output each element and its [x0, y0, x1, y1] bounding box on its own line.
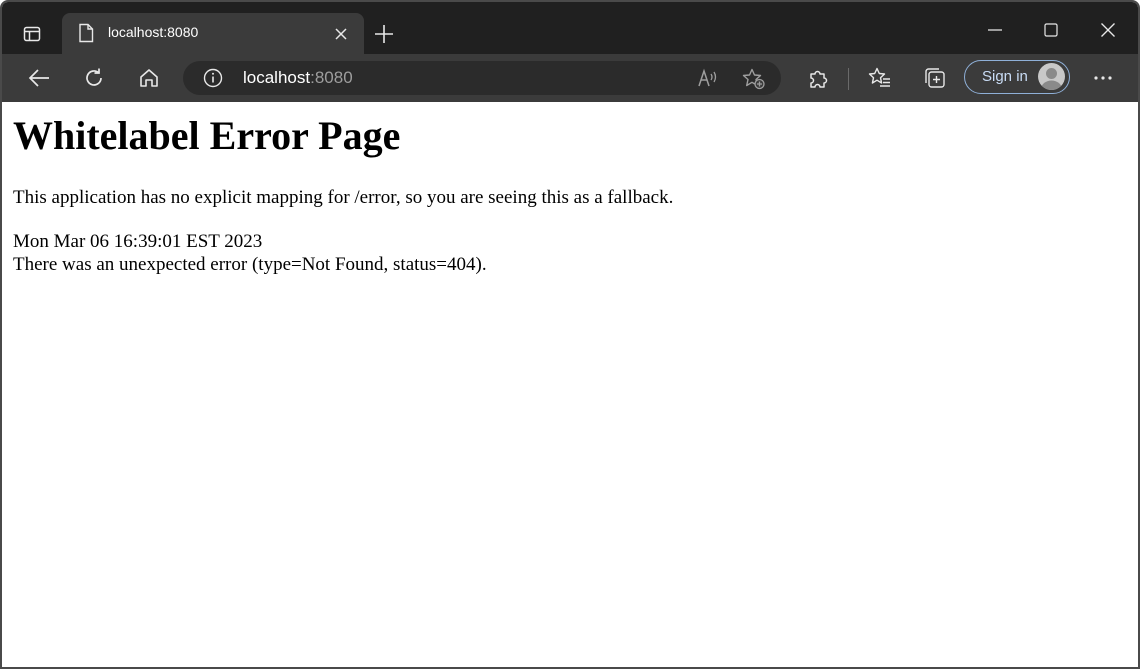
- toolbar: localhost:8080 Sign in: [2, 54, 1138, 102]
- browser-window: localhost:8080 localhost:8080 Sign in Wh…: [0, 0, 1140, 669]
- close-window-icon[interactable]: [1096, 18, 1120, 42]
- tab-title: localhost:8080: [108, 24, 199, 40]
- maximize-icon[interactable]: [1039, 18, 1063, 42]
- error-message: This application has no explicit mapping…: [13, 187, 674, 208]
- page-title: Whitelabel Error Page: [13, 113, 401, 158]
- add-favorite-icon[interactable]: [742, 68, 766, 90]
- sign-in-button[interactable]: Sign in: [964, 60, 1070, 94]
- info-icon[interactable]: [203, 68, 223, 88]
- tab-strip: localhost:8080: [2, 2, 1138, 54]
- read-aloud-icon[interactable]: [697, 68, 719, 88]
- address-port: :8080: [310, 68, 353, 87]
- more-icon[interactable]: [1088, 64, 1118, 92]
- tab-active[interactable]: localhost:8080: [62, 13, 364, 54]
- error-status: There was an unexpected error (type=Not …: [13, 254, 487, 275]
- toolbar-divider: [848, 68, 849, 90]
- minimize-icon[interactable]: [983, 18, 1007, 42]
- tab-close-icon[interactable]: [334, 27, 348, 41]
- favorites-icon[interactable]: [865, 64, 895, 92]
- new-tab-plus-icon[interactable]: [374, 24, 394, 44]
- address-bar[interactable]: localhost:8080: [183, 61, 781, 95]
- error-details: Mon Mar 06 16:39:01 EST 2023 There was a…: [13, 230, 487, 276]
- error-timestamp: Mon Mar 06 16:39:01 EST 2023: [13, 231, 263, 252]
- back-arrow-icon[interactable]: [24, 64, 54, 92]
- page-content: Whitelabel Error Page This application h…: [2, 102, 1138, 667]
- avatar-icon: [1038, 63, 1065, 90]
- home-icon[interactable]: [134, 64, 164, 92]
- sign-in-label: Sign in: [982, 68, 1028, 85]
- refresh-icon[interactable]: [79, 64, 109, 92]
- address-text[interactable]: localhost:8080: [243, 68, 353, 88]
- tab-actions-icon[interactable]: [12, 19, 52, 49]
- collections-icon[interactable]: [920, 64, 950, 92]
- address-host: localhost: [243, 68, 311, 87]
- page-icon: [78, 23, 94, 43]
- puzzle-icon[interactable]: [803, 64, 833, 92]
